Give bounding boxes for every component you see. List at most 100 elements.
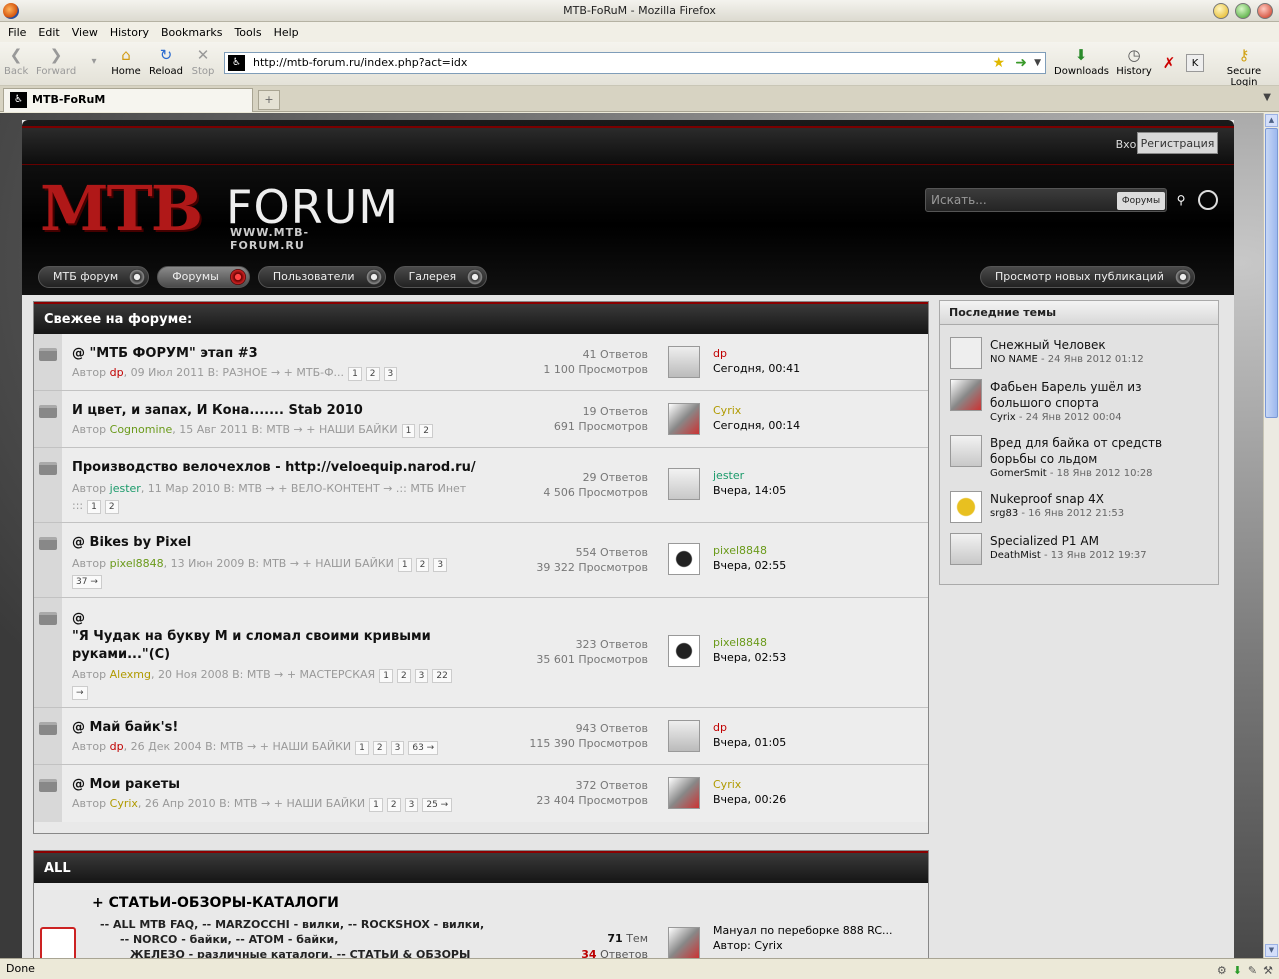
vertical-scrollbar[interactable]: ▲ ▼: [1263, 113, 1279, 958]
topic-author[interactable]: dp: [110, 740, 124, 753]
tab-list-icon[interactable]: ▼: [1263, 92, 1271, 103]
topic-author[interactable]: Cyrix: [110, 797, 138, 810]
topic-author[interactable]: jester: [110, 482, 141, 495]
recent-topic-title[interactable]: Nukeproof snap 4X: [990, 491, 1205, 507]
search-scope-select[interactable]: Форумы: [1117, 192, 1165, 210]
stop-button[interactable]: ✕ Stop: [190, 46, 216, 77]
subforum-links[interactable]: ЖЕЛЕЗО - различные каталоги, -- СТАТЬИ &…: [100, 947, 484, 958]
avatar[interactable]: [668, 468, 700, 500]
subforum-links[interactable]: -- NORCO - байки, -- ATOM - байки,: [100, 932, 484, 947]
avatar[interactable]: [668, 403, 700, 435]
maximize-button[interactable]: [1235, 3, 1251, 19]
history-dropdown-icon[interactable]: ▾: [88, 56, 100, 67]
page-link[interactable]: 3: [404, 798, 419, 812]
last-poster[interactable]: pixel8848: [713, 543, 786, 558]
last-poster[interactable]: Cyrix: [713, 777, 786, 792]
avatar[interactable]: [950, 379, 982, 411]
page-link[interactable]: 2: [386, 798, 401, 812]
avatar[interactable]: [950, 435, 982, 467]
go-icon[interactable]: ➜: [1015, 53, 1027, 73]
recent-topic-user[interactable]: NO NAME: [990, 354, 1038, 365]
avatar[interactable]: [668, 927, 700, 958]
menu-bookmarks[interactable]: Bookmarks: [155, 26, 228, 39]
topic-title[interactable]: И цвет, и запах, И Кона....... Stab 2010: [72, 403, 363, 418]
topic-title[interactable]: "МТБ ФОРУМ" этап #3: [90, 346, 258, 361]
avatar[interactable]: [950, 337, 982, 369]
last-poster[interactable]: dp: [713, 720, 786, 735]
last-post-time[interactable]: Вчера, 00:26: [713, 792, 786, 807]
forum-title[interactable]: + СТАТЬИ-ОБЗОРЫ-КАТАЛОГИ: [92, 895, 339, 911]
avatar[interactable]: [668, 720, 700, 752]
page-link[interactable]: 22: [432, 669, 452, 683]
last-poster[interactable]: pixel8848: [713, 635, 786, 650]
last-poster[interactable]: dp: [713, 346, 800, 361]
page-link[interactable]: 2: [365, 367, 380, 381]
register-button[interactable]: Регистрация: [1137, 132, 1218, 154]
reload-button[interactable]: ↻ Reload: [148, 46, 184, 77]
topic-title[interactable]: Май байк's!: [90, 720, 179, 735]
recent-topic-title[interactable]: Фабьен Барель ушёл из большого спорта: [990, 379, 1205, 411]
page-link[interactable]: →: [72, 686, 88, 700]
scroll-down-icon[interactable]: ▼: [1265, 944, 1278, 957]
nav-tab-mtb-forum[interactable]: МТБ форум: [38, 266, 150, 288]
forward-button[interactable]: ❯ Forward: [36, 46, 76, 77]
page-link[interactable]: 1: [397, 558, 412, 572]
nav-tab-gallery[interactable]: Галерея: [393, 266, 488, 288]
downloads-button[interactable]: ⬇ Downloads: [1054, 46, 1109, 77]
page-link[interactable]: 1: [355, 741, 369, 755]
close-window-button[interactable]: [1257, 3, 1273, 19]
recent-topic-user[interactable]: Cyrix: [990, 412, 1016, 423]
last-poster[interactable]: Cyrix: [713, 403, 800, 418]
addon-red-icon[interactable]: ✗: [1160, 54, 1178, 74]
last-post-time[interactable]: Вчера, 14:05: [713, 483, 786, 498]
url-dropdown-icon[interactable]: ▼: [1034, 53, 1041, 73]
last-post-time[interactable]: Вчера, 01:05: [713, 735, 786, 750]
recent-topic-title[interactable]: Specialized P1 AM: [990, 533, 1205, 549]
page-link[interactable]: 3: [383, 367, 398, 381]
scroll-thumb[interactable]: [1265, 128, 1278, 418]
nav-tab-forums[interactable]: Форумы: [157, 266, 250, 288]
menu-history[interactable]: History: [104, 26, 155, 39]
page-link[interactable]: 3: [414, 669, 429, 683]
topic-author[interactable]: pixel8848: [110, 557, 164, 570]
page-link[interactable]: 1: [401, 424, 416, 438]
page-link[interactable]: 63 →: [408, 741, 439, 755]
last-poster[interactable]: jester: [713, 468, 786, 483]
minimize-button[interactable]: [1213, 3, 1229, 19]
subforum-links[interactable]: -- ALL MTB FAQ, -- MARZOCCHI - вилки, --…: [100, 917, 484, 932]
settings-icon[interactable]: ⚒: [1263, 961, 1273, 979]
last-post-time[interactable]: Сегодня, 00:14: [713, 418, 800, 433]
recent-topic-title[interactable]: Снежный Человек: [990, 337, 1205, 353]
avatar[interactable]: [668, 777, 700, 809]
page-link[interactable]: 2: [372, 741, 387, 755]
last-post-time[interactable]: Вчера, 02:55: [713, 558, 786, 573]
page-link[interactable]: 37 →: [72, 575, 102, 589]
last-post-author[interactable]: Автор: Cyrix: [713, 938, 893, 953]
page-link[interactable]: 2: [396, 669, 411, 683]
topic-title[interactable]: Bikes by Pixel: [90, 535, 192, 550]
page-link[interactable]: 2: [419, 424, 434, 438]
recent-topic-title[interactable]: Вред для байка от средств борьбы со льдо…: [990, 435, 1205, 467]
back-button[interactable]: ❮ Back: [4, 46, 28, 77]
addon-k-icon[interactable]: K: [1186, 54, 1204, 74]
page-link[interactable]: 1: [87, 500, 101, 514]
recent-topic-user[interactable]: GomerSmit: [990, 468, 1047, 479]
page-link[interactable]: 1: [348, 367, 362, 381]
scroll-up-icon[interactable]: ▲: [1265, 114, 1278, 127]
category-all-header[interactable]: ALL: [34, 851, 928, 883]
last-post-time[interactable]: Вчера, 02:53: [713, 650, 786, 665]
avatar[interactable]: [668, 543, 700, 575]
last-post-time[interactable]: Сегодня, 00:41: [713, 361, 800, 376]
topic-author[interactable]: Cognomine: [110, 423, 173, 436]
page-link[interactable]: 1: [369, 798, 383, 812]
search-icon[interactable]: ⚲: [1171, 190, 1191, 211]
pencil-icon[interactable]: ✎: [1248, 961, 1257, 979]
menu-edit[interactable]: Edit: [32, 26, 65, 39]
page-link[interactable]: 2: [415, 558, 430, 572]
search-options-icon[interactable]: [1198, 190, 1218, 210]
new-tab-button[interactable]: +: [258, 90, 280, 110]
nav-tab-users[interactable]: Пользователи: [257, 266, 386, 288]
menu-help[interactable]: Help: [268, 26, 305, 39]
avatar[interactable]: [668, 346, 700, 378]
topic-title[interactable]: "Я Чудак на букву М и сломал своими крив…: [72, 629, 431, 662]
